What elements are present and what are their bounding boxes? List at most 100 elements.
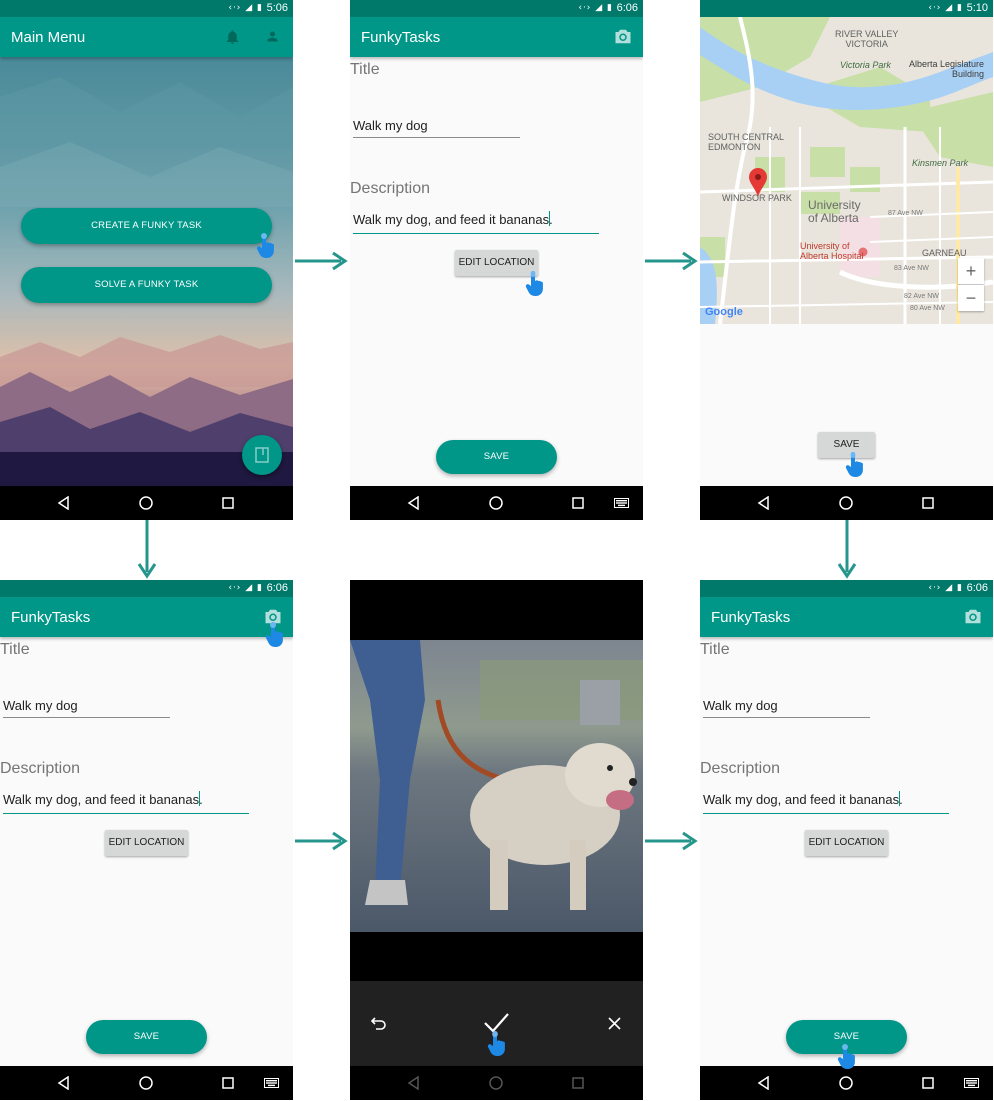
nav-back-icon[interactable]	[757, 496, 771, 510]
title-underline	[3, 717, 170, 718]
screen-camera-preview	[350, 580, 643, 1100]
camera-controls-bar	[350, 981, 643, 1066]
app-bar: Main Menu	[0, 17, 293, 57]
description-underline	[353, 233, 599, 234]
title-field[interactable]: Walk my dog	[3, 698, 78, 713]
page-title: Main Menu	[11, 29, 86, 46]
close-icon[interactable]	[608, 1017, 621, 1030]
flow-arrow-right-4	[645, 831, 698, 851]
text-caret	[199, 791, 200, 806]
nav-home-icon[interactable]	[839, 1076, 853, 1090]
pointer-hand-icon	[256, 233, 274, 258]
map-label-82-ave: 82 Ave NW	[904, 293, 939, 300]
description-label: Description	[0, 760, 81, 777]
book-icon	[255, 447, 269, 463]
map-label-87-ave: 87 Ave NW	[888, 210, 923, 217]
page-title: FunkyTasks	[11, 609, 91, 626]
app-bar: FunkyTasks	[700, 597, 993, 637]
title-underline	[703, 717, 870, 718]
title-label: Title	[700, 641, 730, 658]
nav-recents-icon[interactable]	[222, 1077, 234, 1089]
pointer-hand-icon	[487, 1031, 505, 1056]
text-caret	[549, 211, 550, 226]
status-icons: ‹·› ◢ ▮	[228, 3, 263, 13]
description-label: Description	[350, 180, 431, 197]
edit-location-button[interactable]: EDIT LOCATION	[105, 830, 188, 856]
description-label: Description	[700, 760, 781, 777]
nav-recents-icon[interactable]	[922, 1077, 934, 1089]
account-icon[interactable]	[265, 29, 280, 44]
nav-recents-icon[interactable]	[922, 497, 934, 509]
create-funky-task-button[interactable]: CREATE A FUNKY TASK	[21, 208, 272, 244]
nav-back-icon[interactable]	[407, 1076, 421, 1090]
nav-recents-icon[interactable]	[572, 1077, 584, 1089]
fab-button[interactable]	[242, 435, 282, 475]
nav-home-icon[interactable]	[489, 1076, 503, 1090]
nav-home-icon[interactable]	[839, 496, 853, 510]
status-time: 5:10	[966, 2, 988, 14]
camera-icon[interactable]	[964, 609, 982, 624]
save-button[interactable]: SAVE	[436, 440, 557, 474]
navigation-bar	[0, 1066, 293, 1100]
zoom-out-button[interactable]: −	[958, 285, 984, 311]
map-label-victoria-park: Victoria Park	[840, 60, 891, 70]
description-field[interactable]: Walk my dog, and feed it bananas.	[353, 212, 553, 227]
screen-task-form: ‹·› ◢ ▮ 6:06 FunkyTasks Title Walk my do…	[350, 0, 643, 520]
solve-funky-task-button[interactable]: SOLVE A FUNKY TASK	[21, 267, 272, 303]
edit-location-button[interactable]: EDIT LOCATION	[805, 830, 888, 856]
navigation-bar	[700, 486, 993, 520]
nav-home-icon[interactable]	[489, 496, 503, 510]
title-label: Title	[0, 641, 30, 658]
nav-back-icon[interactable]	[57, 1076, 71, 1090]
nav-back-icon[interactable]	[757, 1076, 771, 1090]
nav-recents-icon[interactable]	[572, 497, 584, 509]
bell-icon[interactable]	[224, 28, 241, 46]
flow-arrow-right-1	[295, 251, 348, 271]
status-icons: ‹·› ◢ ▮	[928, 583, 963, 593]
status-time: 5:06	[266, 2, 288, 14]
navigation-bar	[350, 486, 643, 520]
google-logo: Google	[705, 306, 743, 318]
screen-map: ‹·› ◢ ▮ 5:10 RIVER VALLEY VICTORIA Victo…	[700, 0, 993, 520]
flow-arrow-right-3	[295, 831, 348, 851]
map-label-south-central: SOUTH CENTRAL EDMONTON	[708, 132, 785, 152]
screen-task-form-final: ‹·› ◢ ▮ 6:06 FunkyTasks Title Walk my do…	[700, 580, 993, 1100]
status-bar: ‹·› ◢ ▮ 6:06	[0, 580, 293, 597]
flow-arrow-right-2	[645, 251, 698, 271]
nav-home-icon[interactable]	[139, 496, 153, 510]
zoom-in-button[interactable]: +	[958, 258, 984, 284]
nav-recents-icon[interactable]	[222, 497, 234, 509]
keyboard-icon[interactable]	[264, 1078, 279, 1088]
page-title: FunkyTasks	[711, 609, 791, 626]
screen-task-form-camera: ‹·› ◢ ▮ 6:06 FunkyTasks Title Walk my do…	[0, 580, 293, 1100]
status-time: 6:06	[266, 582, 288, 594]
description-underline	[703, 813, 949, 814]
map-label-legislature: Alberta Legislature Building	[909, 59, 985, 79]
keyboard-icon[interactable]	[614, 498, 629, 508]
save-button[interactable]: SAVE	[86, 1020, 207, 1054]
nav-back-icon[interactable]	[57, 496, 71, 510]
text-caret	[899, 791, 900, 806]
description-field[interactable]: Walk my dog, and feed it bananas.	[703, 792, 903, 807]
map-label-river-valley: RIVER VALLEY VICTORIA	[835, 29, 899, 49]
title-field[interactable]: Walk my dog	[703, 698, 778, 713]
status-bar: ‹·› ◢ ▮ 5:10	[700, 0, 993, 17]
undo-icon[interactable]	[371, 1016, 387, 1030]
map-view[interactable]: RIVER VALLEY VICTORIA Victoria Park Albe…	[700, 17, 993, 324]
nav-home-icon[interactable]	[139, 1076, 153, 1090]
map-label-80-ave: 80 Ave NW	[910, 305, 945, 312]
status-bar: ‹·› ◢ ▮ 5:06	[0, 0, 293, 17]
camera-icon[interactable]	[614, 29, 632, 44]
title-field[interactable]: Walk my dog	[353, 118, 428, 133]
description-field[interactable]: Walk my dog, and feed it bananas.	[3, 792, 203, 807]
status-icons: ‹·› ◢ ▮	[928, 3, 963, 13]
map-label-university: University of Alberta	[808, 198, 861, 225]
navigation-bar	[350, 1066, 643, 1100]
title-underline	[353, 137, 520, 138]
app-bar: FunkyTasks	[0, 597, 293, 637]
keyboard-icon[interactable]	[964, 1078, 979, 1088]
pointer-hand-icon	[525, 271, 543, 296]
nav-back-icon[interactable]	[407, 496, 421, 510]
title-label: Title	[350, 61, 380, 78]
pointer-hand-icon	[265, 622, 283, 647]
